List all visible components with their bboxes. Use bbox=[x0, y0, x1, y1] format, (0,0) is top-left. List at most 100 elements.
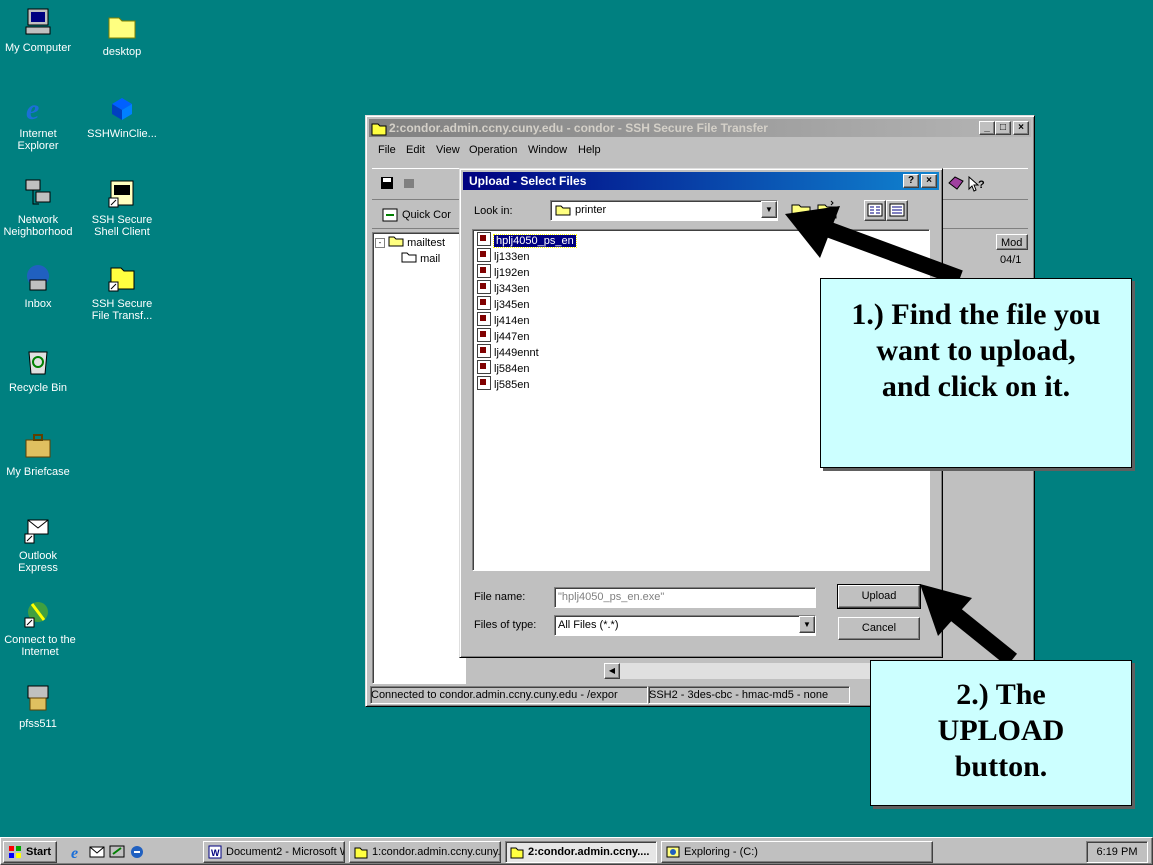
desktop-icon-label: Inbox bbox=[24, 298, 52, 310]
ssh-shortcut-icon bbox=[108, 180, 134, 208]
desktop-icon-inbox[interactable]: Inbox bbox=[0, 262, 76, 310]
desktop-icon-my-briefcase[interactable]: My Briefcase bbox=[0, 430, 76, 478]
menu-operation[interactable]: Operation bbox=[469, 144, 517, 156]
list-item[interactable]: lj585en bbox=[477, 376, 529, 391]
sftp-app-icon bbox=[371, 123, 387, 136]
show-desktop-icon[interactable] bbox=[109, 844, 125, 860]
cancel-button[interactable]: Cancel bbox=[838, 617, 920, 640]
list-item[interactable]: lj584en bbox=[477, 360, 529, 375]
list-item[interactable]: hplj4050_ps_en bbox=[477, 232, 577, 248]
upload-dialog-title-bar[interactable]: Upload - Select Files ? × bbox=[463, 172, 939, 190]
callout-upload-button: 2.) The UPLOAD button. bbox=[870, 660, 1132, 806]
desktop-icon-label: My Briefcase bbox=[6, 466, 70, 478]
desktop-icon-my-computer[interactable]: My Computer bbox=[0, 6, 76, 54]
outlook-express-icon[interactable] bbox=[89, 844, 105, 860]
list-view-button[interactable] bbox=[864, 200, 886, 221]
callout-find-file: 1.) Find the file you want to upload, an… bbox=[820, 278, 1132, 468]
tree-item-mailtest[interactable]: - mailtest bbox=[375, 235, 445, 249]
menu-help[interactable]: Help bbox=[578, 144, 601, 156]
list-item[interactable]: lj414en bbox=[477, 312, 529, 327]
inbox-icon bbox=[27, 265, 49, 291]
save-icon[interactable] bbox=[380, 176, 394, 190]
context-help-icon[interactable]: ? bbox=[968, 176, 986, 192]
close-button[interactable]: × bbox=[1013, 121, 1029, 135]
new-folder-button[interactable] bbox=[816, 200, 838, 220]
folder-open-icon bbox=[555, 205, 571, 216]
list-item[interactable]: lj133en bbox=[477, 248, 529, 263]
menu-view[interactable]: View bbox=[436, 144, 460, 156]
quick-launch: e bbox=[67, 842, 191, 862]
list-item[interactable]: lj192en bbox=[477, 264, 529, 279]
internet-explorer-icon: e bbox=[26, 93, 39, 124]
folder-open-icon bbox=[388, 236, 404, 247]
executable-file-icon bbox=[477, 248, 491, 262]
upload-button[interactable]: Upload bbox=[837, 584, 921, 609]
desktop-icon-pfss511[interactable]: pfss511 bbox=[0, 682, 76, 730]
tree-label: mail bbox=[420, 253, 441, 265]
desktop-icon-ssh-file-transfer[interactable]: SSH Secure File Transf... bbox=[84, 262, 160, 322]
desktop-icon-desktop-folder[interactable]: desktop bbox=[84, 10, 160, 58]
desktop-icon-connect-internet[interactable]: Connect to the Internet bbox=[0, 598, 76, 658]
start-button[interactable]: Start bbox=[3, 841, 57, 863]
desktop-icon-recycle-bin[interactable]: Recycle Bin bbox=[0, 346, 76, 394]
details-view-icon bbox=[889, 203, 905, 217]
file-type-label: Files of type: bbox=[474, 619, 537, 631]
svg-text:W: W bbox=[211, 848, 220, 858]
scroll-left-button[interactable]: ◀ bbox=[604, 663, 620, 679]
taskbar-button-label: 1:condor.admin.ccny.cuny... bbox=[372, 846, 501, 858]
desktop-icon-internet-explorer[interactable]: e Internet Explorer bbox=[0, 92, 76, 152]
chevron-down-icon[interactable]: ▼ bbox=[761, 201, 777, 218]
look-in-dropdown[interactable]: printer ▼ bbox=[550, 200, 778, 221]
menu-window[interactable]: Window bbox=[528, 144, 567, 156]
modified-cell: 04/1 bbox=[1000, 254, 1022, 266]
file-label: lj192en bbox=[494, 267, 530, 279]
maximize-button[interactable]: □ bbox=[995, 121, 1011, 135]
recycle-bin-icon bbox=[28, 351, 48, 375]
start-label: Start bbox=[26, 846, 52, 858]
minimize-button[interactable]: _ bbox=[979, 121, 995, 135]
channels-icon[interactable] bbox=[129, 844, 145, 860]
executable-file-icon bbox=[477, 296, 491, 310]
list-item[interactable]: lj343en bbox=[477, 280, 529, 295]
file-type-dropdown[interactable]: All Files (*.*) ▼ bbox=[554, 615, 816, 636]
desktop-icon-sshwinclient[interactable]: SSHWinClie... bbox=[84, 92, 160, 140]
up-folder-button[interactable] bbox=[790, 200, 812, 220]
column-header-modified[interactable]: Mod bbox=[996, 234, 1028, 250]
menu-file[interactable]: File bbox=[378, 144, 396, 156]
desktop-icon-outlook-express[interactable]: Outlook Express bbox=[0, 514, 76, 574]
list-item[interactable]: lj449ennt bbox=[477, 344, 539, 359]
disconnect-icon[interactable] bbox=[402, 176, 416, 190]
quick-connect-button[interactable]: Quick Cor bbox=[378, 204, 468, 226]
taskbar-button-word[interactable]: W Document2 - Microsoft Word bbox=[203, 841, 345, 863]
file-type-value: All Files (*.*) bbox=[558, 619, 619, 631]
dialog-close-button[interactable]: × bbox=[921, 174, 937, 188]
details-view-button[interactable] bbox=[886, 200, 908, 221]
system-clock[interactable]: 6:19 PM bbox=[1086, 841, 1148, 863]
desktop-icon-ssh-secure-shell[interactable]: SSH Secure Shell Client bbox=[84, 178, 160, 238]
quick-connect-label: Quick Cor bbox=[402, 209, 451, 221]
menu-edit[interactable]: Edit bbox=[406, 144, 425, 156]
sftp-title: 2:condor.admin.ccny.cuny.edu - condor - … bbox=[389, 121, 768, 135]
file-label: lj414en bbox=[494, 315, 530, 327]
dialog-help-button[interactable]: ? bbox=[903, 174, 919, 188]
desktop-icon-network-neighborhood[interactable]: Network Neighborhood bbox=[0, 178, 76, 238]
toolbar-icon[interactable] bbox=[948, 176, 964, 190]
sftp-title-bar[interactable]: 2:condor.admin.ccny.cuny.edu - condor - … bbox=[369, 119, 1031, 137]
internet-explorer-icon[interactable]: e bbox=[69, 844, 85, 860]
chevron-down-icon[interactable]: ▼ bbox=[799, 616, 815, 633]
word-icon: W bbox=[208, 845, 222, 859]
list-item[interactable]: lj345en bbox=[477, 296, 529, 311]
list-item[interactable]: lj447en bbox=[477, 328, 529, 343]
file-label: lj584en bbox=[494, 363, 530, 375]
taskbar-button-sftp-2[interactable]: 2:condor.admin.ccny.... bbox=[505, 841, 657, 863]
folder-tree-pane[interactable]: - mailtest mail bbox=[372, 232, 466, 684]
svg-text:e: e bbox=[26, 93, 39, 124]
desktop-icon-label: Recycle Bin bbox=[8, 382, 68, 394]
taskbar-button-sftp-1[interactable]: 1:condor.admin.ccny.cuny... bbox=[349, 841, 501, 863]
callout-upload-text: 2.) The UPLOAD button. bbox=[937, 678, 1065, 783]
taskbar-button-exploring[interactable]: Exploring - (C:) bbox=[661, 841, 933, 863]
file-label: lj447en bbox=[494, 331, 530, 343]
file-label: hplj4050_ps_en bbox=[493, 234, 577, 248]
file-name-field[interactable]: "hplj4050_ps_en.exe" bbox=[554, 587, 816, 608]
tree-item-mail[interactable]: mail bbox=[401, 251, 440, 265]
